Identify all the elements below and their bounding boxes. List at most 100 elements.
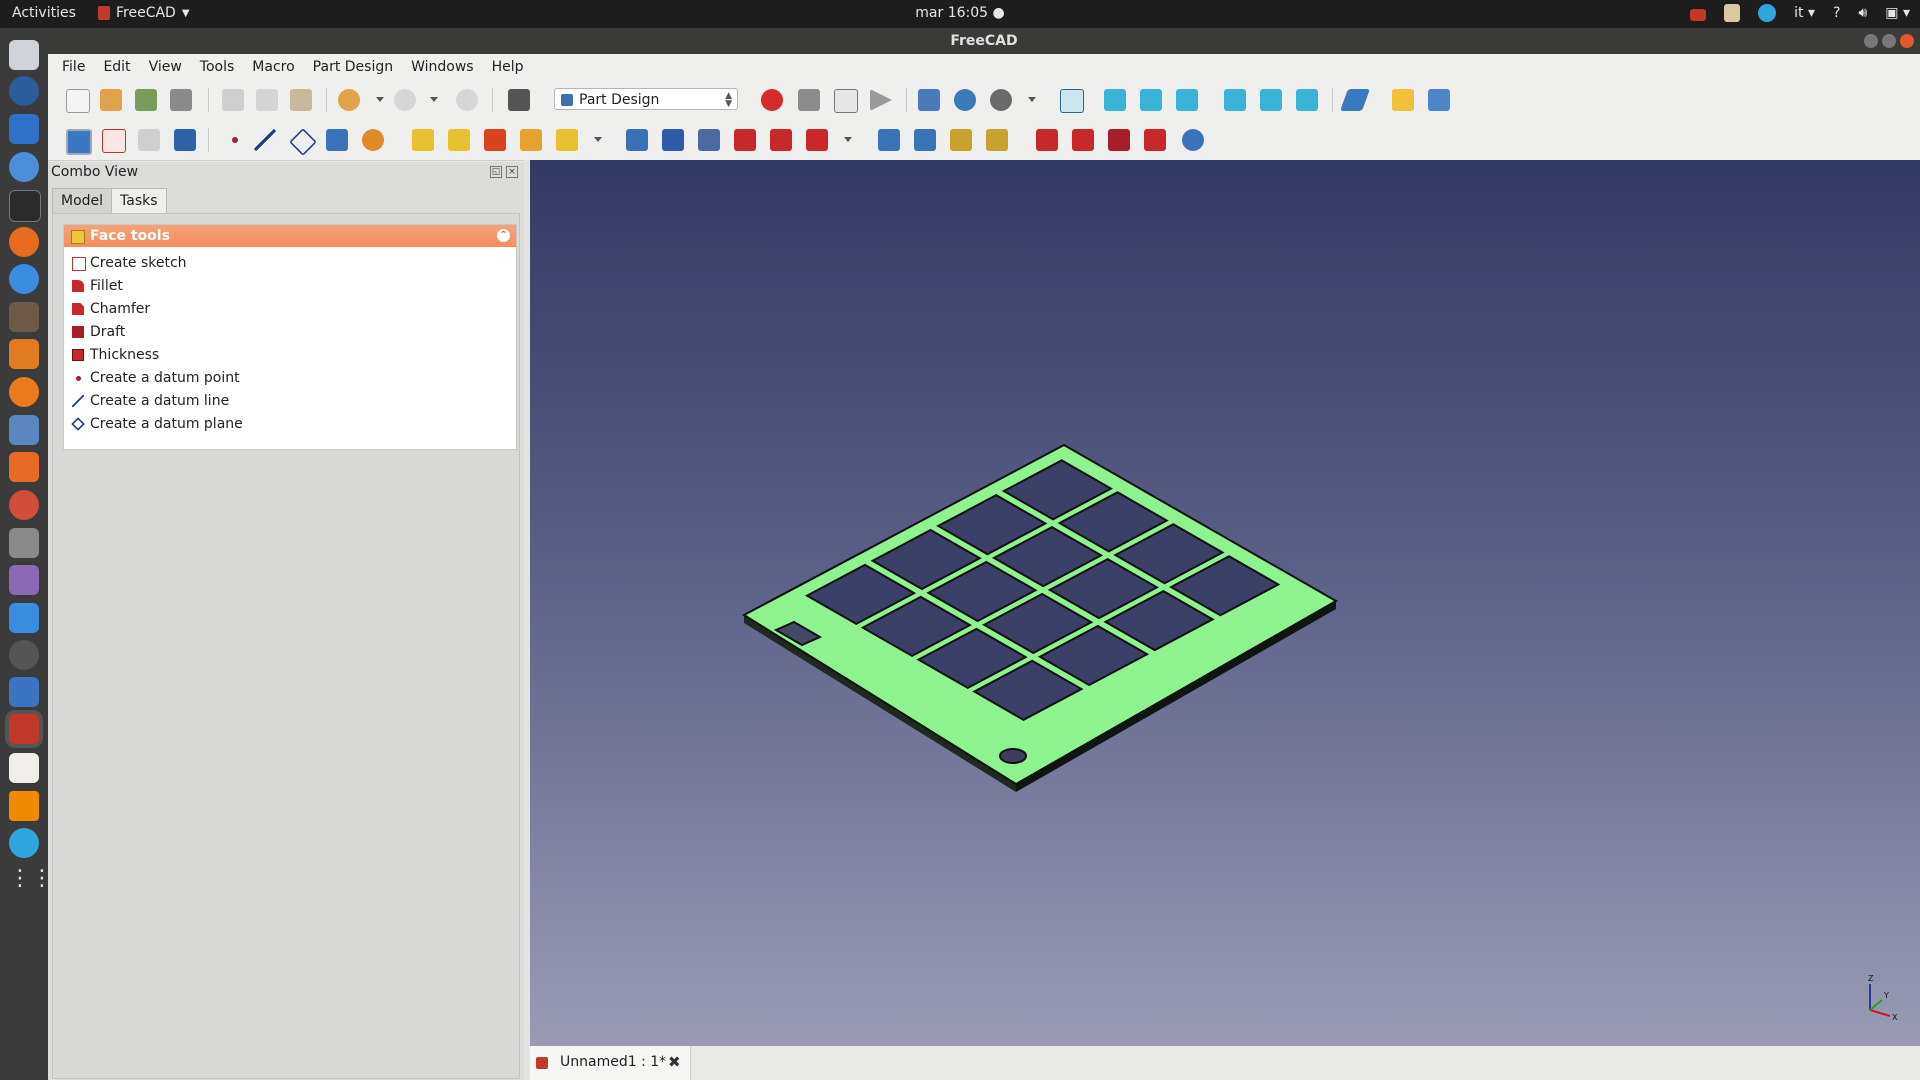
minimize-button[interactable] — [1864, 34, 1878, 48]
chromium-icon[interactable] — [9, 152, 39, 182]
save-icon[interactable] — [135, 89, 157, 111]
terminal-icon[interactable] — [9, 190, 41, 222]
virtual-machine-icon[interactable] — [9, 415, 39, 445]
polar-pattern-icon[interactable] — [950, 129, 972, 151]
copy-icon[interactable] — [256, 89, 278, 111]
face-tools-header[interactable]: Face tools ⌃ — [64, 225, 516, 247]
clone-icon[interactable] — [174, 129, 196, 151]
part-icon[interactable] — [1392, 89, 1414, 111]
menu-part-design[interactable]: Part Design — [304, 59, 402, 75]
refresh-icon[interactable] — [456, 89, 478, 111]
blender-icon[interactable] — [9, 377, 39, 407]
redo-icon[interactable] — [394, 89, 416, 111]
whats-this-icon[interactable] — [508, 89, 530, 111]
gimp-icon[interactable] — [9, 302, 39, 332]
view-right-icon[interactable] — [1176, 89, 1198, 111]
pad-icon[interactable] — [412, 129, 434, 151]
app-menu[interactable]: FreeCAD ▼ — [98, 5, 190, 21]
menu-help[interactable]: Help — [483, 59, 533, 75]
writer-icon[interactable] — [9, 114, 39, 144]
fillet-toolbar-icon[interactable] — [1036, 129, 1058, 151]
view-rear-icon[interactable] — [1224, 89, 1246, 111]
fit-all-icon[interactable] — [918, 89, 940, 111]
vlc-icon[interactable] — [9, 791, 39, 821]
text-editor-icon[interactable] — [9, 753, 39, 783]
datum-plane-icon[interactable] — [289, 128, 317, 156]
create-sketch-icon[interactable] — [102, 129, 126, 153]
menu-file[interactable]: File — [48, 59, 94, 75]
local-coordinate-system-icon[interactable] — [326, 129, 348, 151]
datum-point-icon[interactable] — [224, 129, 246, 151]
paste-icon[interactable] — [290, 89, 312, 111]
view-left-icon[interactable] — [1296, 89, 1318, 111]
help-icon[interactable]: ? — [1833, 5, 1840, 21]
additive-primitive-icon[interactable] — [556, 129, 578, 151]
camera-icon[interactable] — [9, 528, 39, 558]
menu-edit[interactable]: Edit — [94, 59, 139, 75]
measure-distance-icon[interactable] — [1339, 89, 1371, 111]
volume-icon[interactable]: 🔊︎ — [1858, 5, 1867, 21]
draft-toolbar-icon[interactable] — [1108, 129, 1130, 151]
linear-pattern-icon[interactable] — [914, 129, 936, 151]
create-body-icon[interactable] — [66, 129, 92, 155]
subtractive-primitive-icon[interactable] — [806, 129, 828, 151]
validate-sketch-icon[interactable] — [138, 129, 160, 151]
view-bottom-icon[interactable] — [1260, 89, 1282, 111]
draw-style-dropdown-icon[interactable] — [1028, 97, 1036, 102]
3d-view[interactable]: Z Y X — [530, 160, 1920, 1046]
open-icon[interactable] — [100, 89, 122, 111]
additive-pipe-icon[interactable] — [520, 129, 542, 151]
menu-macro[interactable]: Macro — [243, 59, 303, 75]
impress-icon[interactable] — [9, 339, 39, 369]
system-menu-icon[interactable]: ▣ ▾ — [1885, 5, 1910, 21]
view-isometric-icon[interactable] — [1060, 89, 1084, 113]
draw-style-icon[interactable] — [990, 89, 1012, 111]
additive-loft-icon[interactable] — [484, 129, 506, 151]
keyboard-language[interactable]: it ▾ — [1794, 5, 1815, 21]
float-panel-button[interactable]: ◱ — [490, 166, 502, 178]
tools-icon[interactable] — [9, 490, 39, 520]
remote-desktop-icon[interactable] — [9, 603, 39, 633]
telegram-dock-icon[interactable] — [9, 828, 39, 858]
show-applications-icon[interactable]: ⋮⋮ — [9, 864, 53, 894]
maximize-button[interactable] — [1882, 34, 1896, 48]
subtractive-loft-icon[interactable] — [734, 129, 756, 151]
close-tab-icon[interactable]: ✖ — [668, 1053, 681, 1071]
revolution-icon[interactable] — [448, 129, 470, 151]
edit-macro-icon[interactable] — [834, 89, 858, 113]
browser-icon[interactable] — [9, 264, 39, 294]
subtractive-pipe-icon[interactable] — [770, 129, 792, 151]
close-panel-button[interactable]: × — [506, 166, 518, 178]
freecad-dock-icon[interactable] — [9, 714, 39, 744]
view-top-icon[interactable] — [1140, 89, 1162, 111]
view-front-icon[interactable] — [1104, 89, 1126, 111]
datum-line-icon[interactable] — [254, 129, 276, 151]
screen-recorder-icon[interactable] — [1690, 8, 1707, 21]
eye-icon[interactable] — [9, 640, 39, 670]
undo-icon[interactable] — [338, 89, 360, 111]
run-macro-icon[interactable] — [870, 89, 892, 111]
workbench-selector[interactable]: Part Design ▲ ▼ — [554, 88, 738, 110]
multitransform-icon[interactable] — [986, 129, 1008, 151]
redo-dropdown-icon[interactable] — [430, 97, 438, 102]
chamfer-toolbar-icon[interactable] — [1072, 129, 1094, 151]
cut-icon[interactable] — [222, 89, 244, 111]
telegram-icon[interactable] — [1758, 4, 1777, 22]
group-icon[interactable] — [1428, 89, 1450, 111]
menu-view[interactable]: View — [140, 59, 191, 75]
document-tab[interactable]: Unnamed1 : 1* ✖ — [530, 1046, 691, 1080]
files-icon[interactable] — [9, 40, 39, 70]
tab-model[interactable]: Model — [52, 188, 113, 214]
undo-dropdown-icon[interactable] — [376, 97, 384, 102]
clock[interactable]: mar 16:05 ● — [915, 5, 1004, 21]
subtractive-primitive-dropdown-icon[interactable] — [844, 137, 852, 142]
pocket-icon[interactable] — [626, 129, 648, 151]
menu-tools[interactable]: Tools — [191, 59, 244, 75]
print-icon[interactable] — [170, 89, 192, 111]
stop-macro-icon[interactable] — [798, 89, 820, 111]
virtualbox-icon[interactable] — [9, 677, 39, 707]
thickness-toolbar-icon[interactable] — [1144, 129, 1166, 151]
activities-button[interactable]: Activities — [12, 5, 76, 21]
clipboard-icon[interactable] — [1724, 4, 1741, 22]
collapse-icon[interactable]: ⌃ — [497, 229, 510, 242]
